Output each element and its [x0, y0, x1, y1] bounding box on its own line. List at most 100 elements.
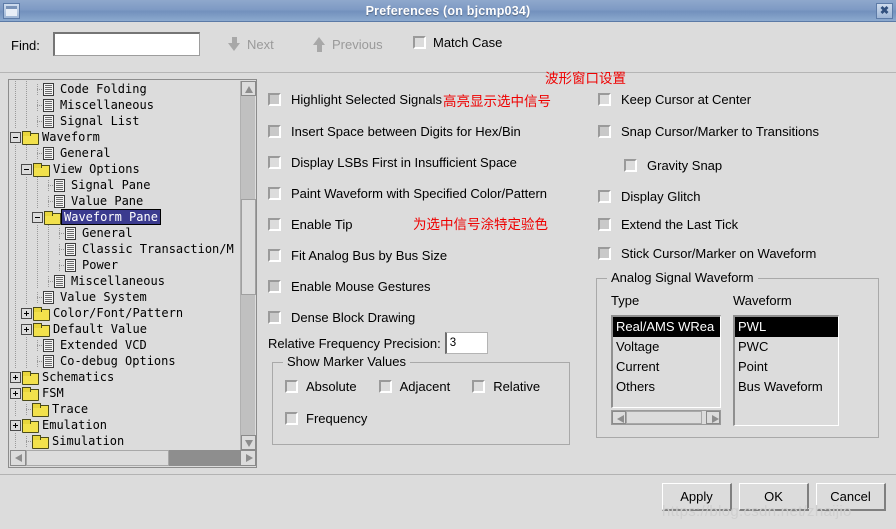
checkbox-absolute[interactable]: Absolute [285, 379, 357, 394]
search-input[interactable] [53, 32, 200, 56]
tree-item[interactable]: Power [10, 257, 241, 273]
tree-guide-line [10, 433, 21, 449]
checkbox-paint-waveform-with-specified-color-pattern[interactable]: Paint Waveform with Specified Color/Patt… [268, 186, 547, 201]
ok-button[interactable]: OK [739, 483, 809, 511]
list-item[interactable]: Voltage [613, 337, 720, 357]
tree-item[interactable]: Trace [10, 401, 241, 417]
match-case-checkbox[interactable]: Match Case [413, 35, 502, 50]
tree-guide-elbow [32, 83, 43, 95]
relative-frequency-precision-input[interactable] [444, 332, 488, 354]
list-item[interactable]: PWC [735, 337, 838, 357]
tree-item-label: Signal Pane [71, 178, 151, 192]
checkbox-extend-the-last-tick[interactable]: Extend the Last Tick [598, 217, 738, 232]
list-item[interactable]: Point [735, 357, 838, 377]
checkbox-keep-cursor-at-center[interactable]: Keep Cursor at Center [598, 92, 751, 107]
checkbox-stick-cursor-marker-on-waveform[interactable]: Stick Cursor/Marker on Waveform [598, 246, 816, 261]
tree-vertical-scrollbar[interactable] [240, 81, 256, 450]
tree-item[interactable]: Value System [10, 289, 241, 305]
tree-item[interactable]: View Options [10, 161, 241, 177]
list-item[interactable]: PWL [735, 317, 838, 337]
tree-item[interactable]: Schematics [10, 369, 241, 385]
tree-item-label: General [82, 226, 133, 240]
scroll-right-arrow-icon[interactable] [706, 411, 720, 424]
analog-signal-waveform-group: Analog Signal Waveform Type Waveform Rea… [596, 270, 879, 438]
find-next-button[interactable]: Next [228, 34, 274, 54]
checkbox-display-lsbs-first-in-insufficient-space[interactable]: Display LSBs First in Insufficient Space [268, 155, 517, 170]
tree-item[interactable]: FSM [10, 385, 241, 401]
collapse-minus-icon[interactable] [32, 211, 43, 223]
tree-item-label: Value Pane [71, 194, 144, 208]
marker-frequency-checkbox[interactable]: Frequency [285, 411, 367, 426]
tree-guide-elbow [32, 147, 43, 159]
tree-guide-line [10, 113, 21, 129]
expand-plus-icon[interactable] [10, 419, 21, 431]
tree-guide-line [10, 273, 21, 289]
tree-item[interactable]: Miscellaneous [10, 97, 241, 113]
checkbox-gravity-snap[interactable]: Gravity Snap [624, 158, 722, 173]
expand-plus-icon[interactable] [21, 323, 32, 335]
folder-icon [22, 387, 39, 401]
checkbox-fit-analog-bus-by-bus-size[interactable]: Fit Analog Bus by Bus Size [268, 248, 447, 263]
tree-item[interactable]: Color/Font/Pattern [10, 305, 241, 321]
analog-type-hscrollbar[interactable] [611, 410, 721, 425]
tree-guide-line [21, 225, 32, 241]
tree-item[interactable]: Classic Transaction/M [10, 241, 241, 257]
checkbox-snap-cursor-marker-to-transitions[interactable]: Snap Cursor/Marker to Transitions [598, 124, 819, 139]
checkbox-enable-mouse-gestures[interactable]: Enable Mouse Gestures [268, 279, 430, 294]
tree-guide-elbow [43, 195, 54, 207]
cancel-button[interactable]: Cancel [816, 483, 886, 511]
tree-item[interactable]: Waveform Pane [10, 209, 241, 225]
tree-guide-line [10, 305, 21, 321]
analog-type-listbox[interactable]: Real/AMS WRea Voltage Current Others [611, 315, 721, 408]
tree-item[interactable]: Code Folding [10, 81, 241, 97]
tree-item[interactable]: Signal Pane [10, 177, 241, 193]
analog-waveform-listbox[interactable]: PWL PWC Point Bus Waveform [733, 315, 839, 426]
tree-guide-line [10, 225, 21, 241]
horizontal-scroll-thumb[interactable] [26, 450, 169, 466]
close-icon[interactable]: ✖ [876, 2, 893, 19]
tree-item[interactable]: Extended VCD [10, 337, 241, 353]
scroll-up-arrow-icon[interactable] [241, 81, 256, 96]
expand-plus-icon[interactable] [21, 307, 32, 319]
list-item[interactable]: Others [613, 377, 720, 397]
list-item[interactable]: Current [613, 357, 720, 377]
tree-item[interactable]: Signal List [10, 113, 241, 129]
document-icon [54, 194, 65, 208]
checkbox-relative[interactable]: Relative [472, 379, 540, 394]
window-menu-icon[interactable] [3, 2, 20, 19]
list-item[interactable]: Bus Waveform [735, 377, 838, 397]
scroll-left-arrow-icon[interactable] [612, 411, 626, 424]
checkbox-display-glitch[interactable]: Display Glitch [598, 189, 700, 204]
tree-item[interactable]: Miscellaneous [10, 273, 241, 289]
find-previous-button[interactable]: Previous [313, 34, 383, 54]
expand-plus-icon[interactable] [10, 387, 21, 399]
checkbox-label: Display Glitch [621, 189, 701, 204]
tree-item[interactable]: Emulation [10, 417, 241, 433]
tree-item[interactable]: Co-debug Options [10, 353, 241, 369]
collapse-minus-icon[interactable] [10, 131, 21, 143]
expand-plus-icon[interactable] [10, 371, 21, 383]
checkbox-dense-block-drawing[interactable]: Dense Block Drawing [268, 310, 415, 325]
tree-item[interactable]: Default Value [10, 321, 241, 337]
scroll-down-arrow-icon[interactable] [241, 435, 256, 450]
checkbox-enable-tip[interactable]: Enable Tip [268, 217, 352, 232]
tree-item[interactable]: Value Pane [10, 193, 241, 209]
checkbox-insert-space-between-digits-for-hex-bin[interactable]: Insert Space between Digits for Hex/Bin [268, 124, 521, 139]
tree-horizontal-scrollbar[interactable] [10, 450, 256, 466]
scroll-right-arrow-icon[interactable] [240, 450, 256, 466]
tree-item[interactable]: Waveform [10, 129, 241, 145]
folder-icon [22, 131, 39, 145]
checkbox-highlight-selected-signals[interactable]: Highlight Selected Signals [268, 92, 442, 107]
horizontal-scroll-thumb[interactable] [626, 411, 702, 424]
tree-item[interactable]: General [10, 225, 241, 241]
settings-tree[interactable]: Code Folding Miscellaneous Signal List Wave… [10, 81, 241, 450]
vertical-scroll-thumb[interactable] [241, 199, 256, 295]
tree-item[interactable]: Simulation [10, 433, 241, 449]
scroll-left-arrow-icon[interactable] [10, 450, 26, 466]
tree-item[interactable]: General [10, 145, 241, 161]
checkbox-adjacent[interactable]: Adjacent [378, 379, 450, 394]
apply-button[interactable]: Apply [662, 483, 732, 511]
list-item[interactable]: Real/AMS WRea [613, 317, 720, 337]
collapse-minus-icon[interactable] [21, 163, 32, 175]
checkbox-box [598, 247, 611, 260]
